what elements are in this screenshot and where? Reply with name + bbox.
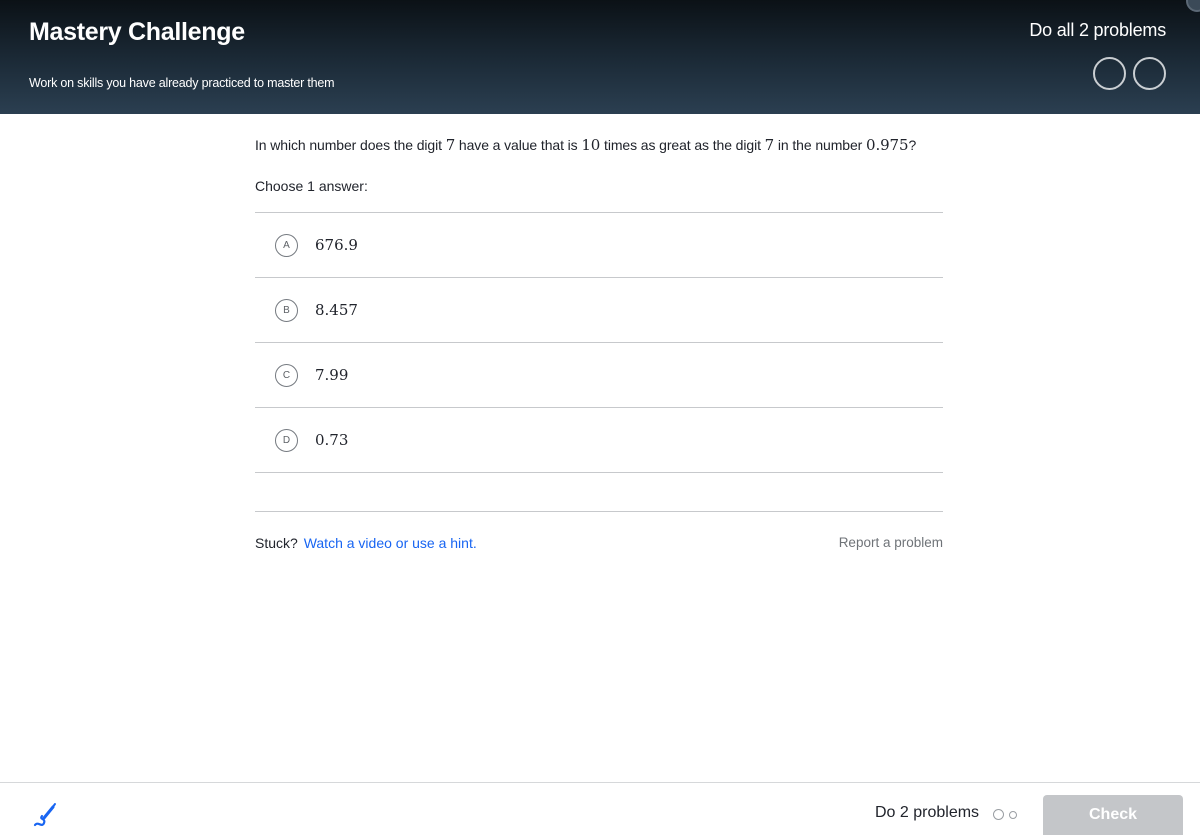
answer-choices: A 676.9 B 8.457 C 7.99 D 0.73 [255,212,943,473]
choice-a[interactable]: A 676.9 [255,213,943,278]
check-button[interactable]: Check [1043,795,1183,835]
answer-instruction: Choose 1 answer: [255,178,368,194]
section-divider [255,511,943,512]
question-part: in the number [774,137,866,153]
mastery-header: Mastery Challenge Work on skills you hav… [0,0,1200,114]
question-math: 0.975 [866,136,909,154]
choice-value: 0.73 [315,431,349,449]
page-title: Mastery Challenge [29,18,245,46]
question-math: 10 [581,136,601,154]
choice-d[interactable]: D 0.73 [255,408,943,473]
progress-circle-1 [1093,57,1126,90]
question-math: 7 [445,136,456,154]
choice-value: 7.99 [315,366,349,384]
choice-letter-icon: D [275,428,298,452]
stuck-prompt: Stuck? Watch a video or use a hint. [255,535,477,551]
choice-letter-icon: B [275,298,298,322]
choice-letter-icon: C [275,363,298,387]
choice-value: 8.457 [315,301,358,319]
choice-letter-icon: A [275,233,298,257]
choice-b[interactable]: B 8.457 [255,278,943,343]
question-math: 7 [764,136,775,154]
stuck-label: Stuck? [255,535,298,551]
choice-value: 676.9 [315,236,358,254]
close-corner-icon[interactable] [1186,0,1200,12]
hint-link[interactable]: Watch a video or use a hint. [304,535,477,551]
question-text: In which number does the digit 7 have a … [255,136,916,154]
progress-dot-1 [993,809,1004,820]
goal-label: Do all 2 problems [1029,20,1166,40]
question-part: times as great as the digit [600,137,765,153]
progress-circles [1093,57,1166,90]
page-subtitle: Work on skills you have already practice… [29,76,335,90]
progress-circle-2 [1133,57,1166,90]
progress-dot-2 [1009,810,1017,819]
progress-dots [993,809,1017,820]
question-part: In which number does the digit [255,137,446,153]
choice-c[interactable]: C 7.99 [255,343,943,408]
scratchpad-pencil-icon[interactable] [30,801,60,831]
question-part: ? [908,137,917,153]
report-problem-link[interactable]: Report a problem [839,535,943,550]
question-part: have a value that is [455,137,582,153]
footer-bar: Do 2 problems Check [0,782,1200,836]
progress-label: Do 2 problems [875,804,980,821]
